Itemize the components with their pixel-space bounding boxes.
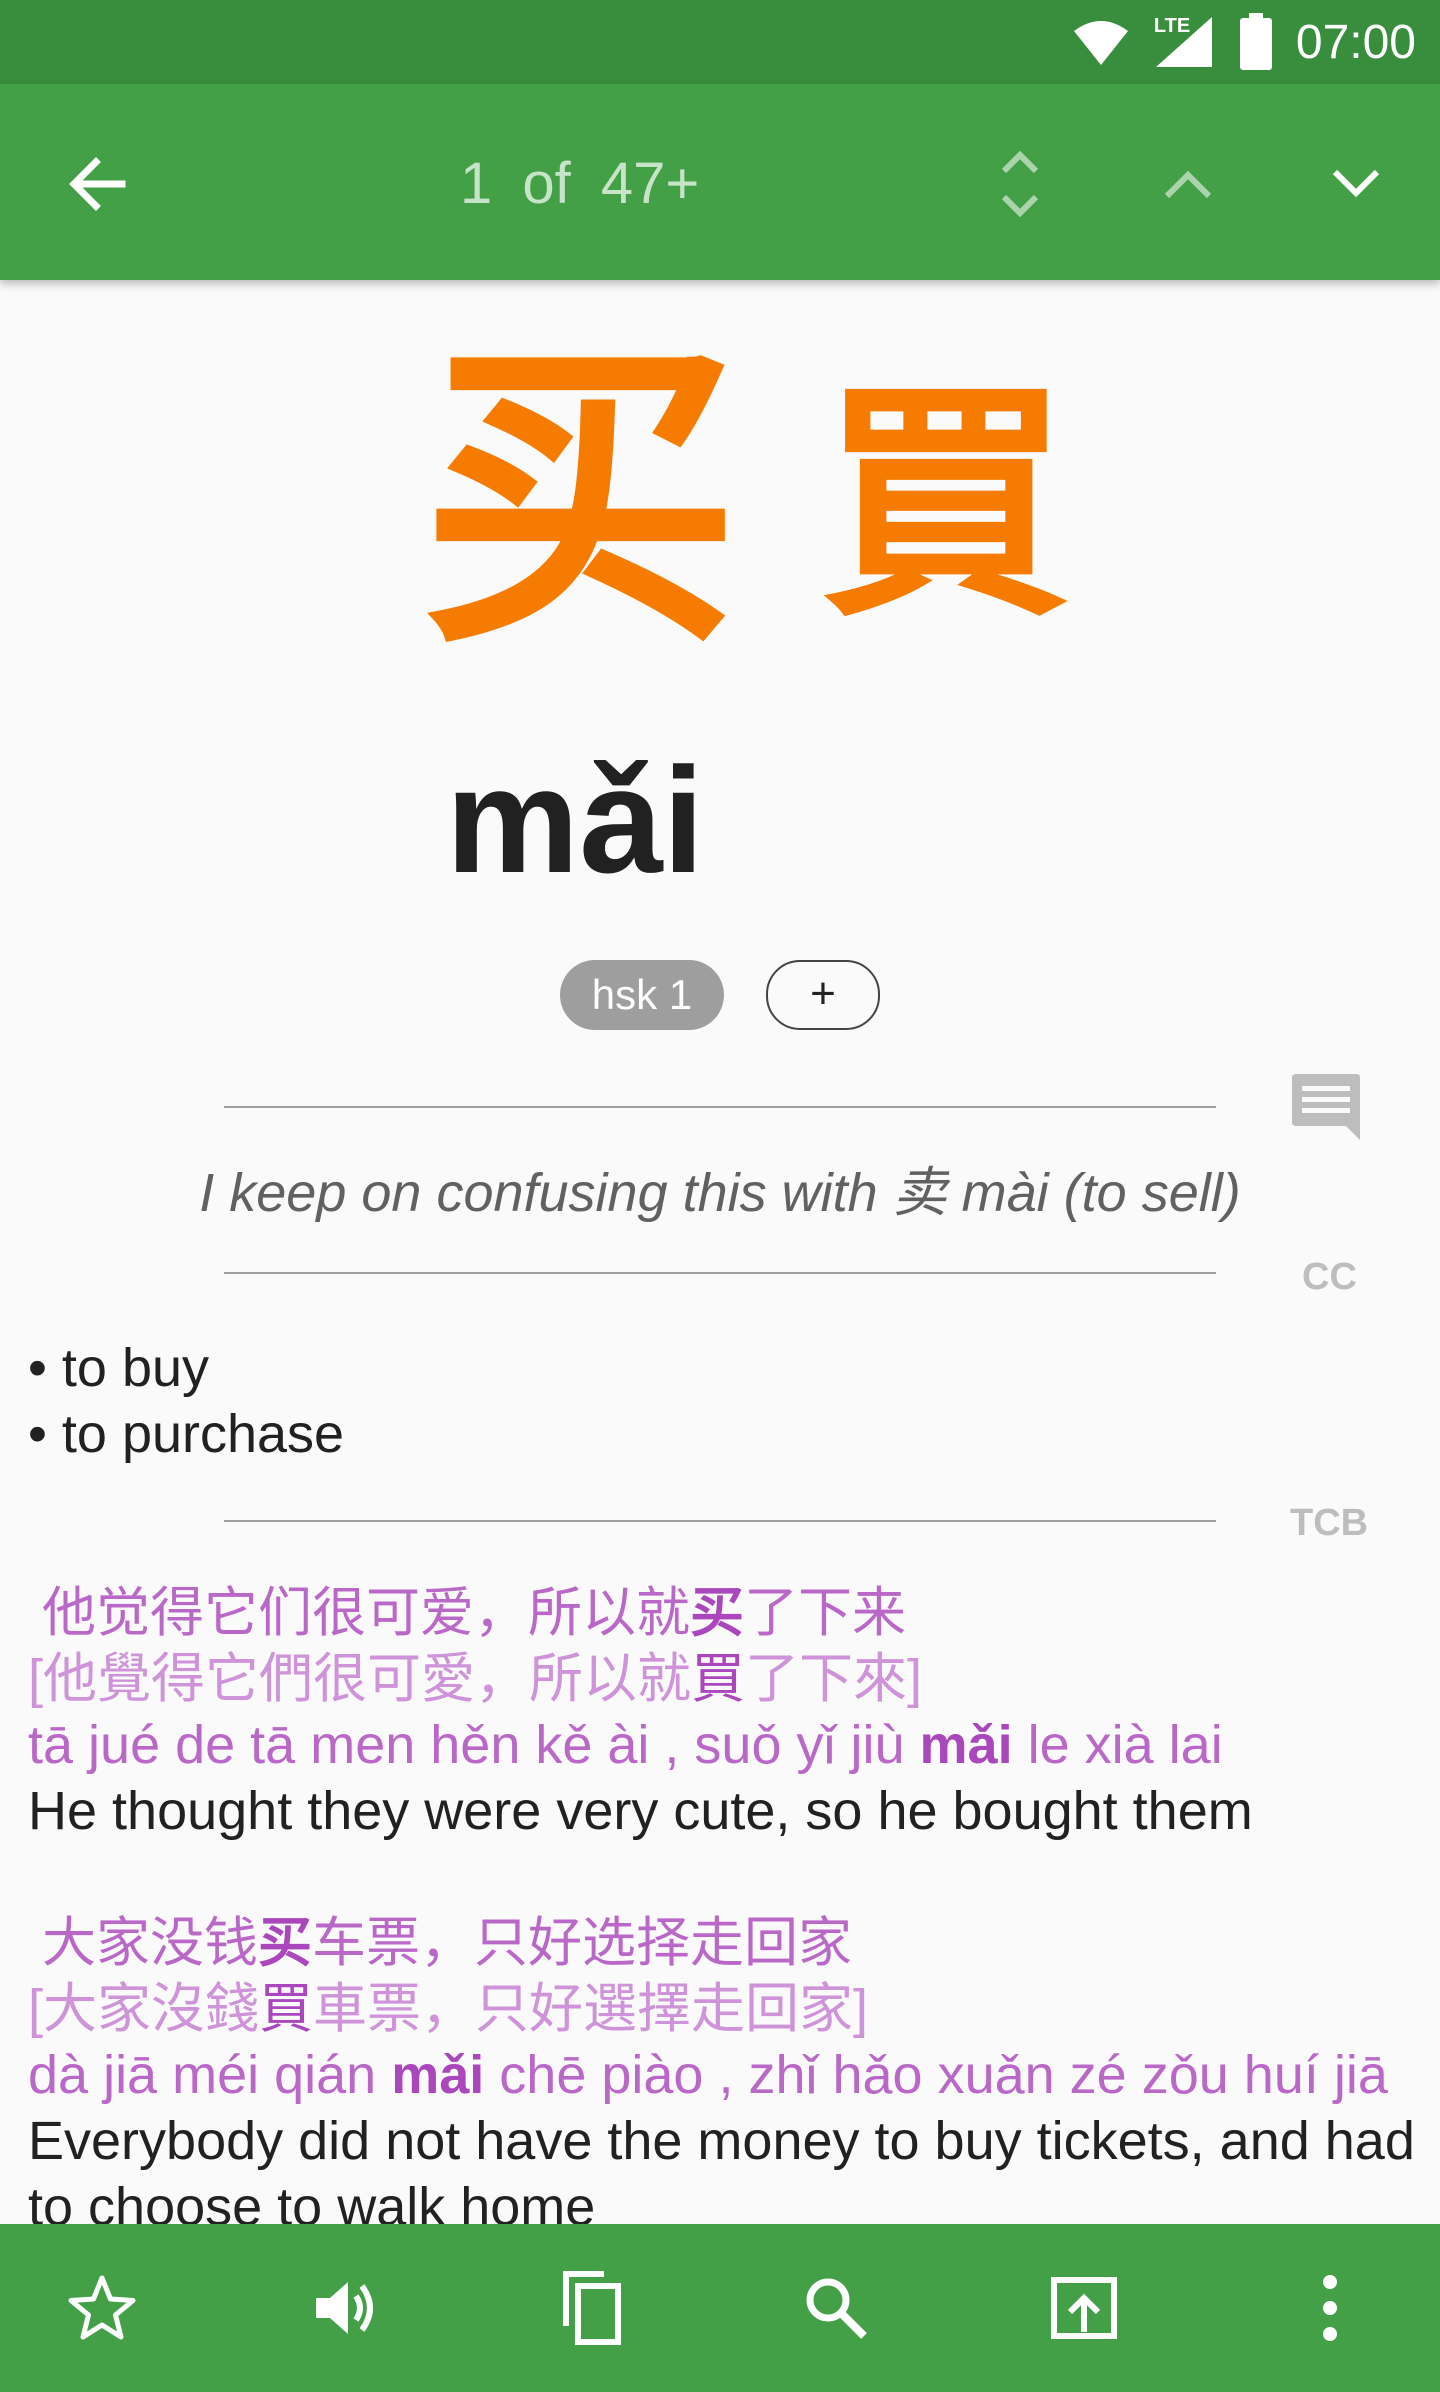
share-icon (1051, 2277, 1117, 2339)
example-pinyin: dà jiā méi qián mǎi chē piào , zhǐ hǎo x… (28, 2045, 1388, 2105)
previous-button[interactable] (1144, 140, 1232, 228)
favorite-button[interactable] (54, 2260, 150, 2356)
example-pinyin: tā jué de tā men hěn kě ài , suǒ yǐ jiù … (28, 1715, 1223, 1775)
chevron-up-icon (1164, 170, 1212, 199)
back-button[interactable] (58, 144, 138, 224)
example-sentence[interactable]: 他觉得它们很可爱，所以就买了下来 [他覺得它們很可愛，所以就買了下來] tā j… (28, 1580, 1428, 1844)
note-source-tag: CC (1302, 1256, 1357, 1298)
example-simplified: 大家没钱买车票，只好选择走回家 (42, 1913, 852, 1973)
status-icons: LTE 07:00 (1072, 0, 1416, 84)
example-english: Everybody did not have the money to buy … (28, 2111, 1415, 2237)
copy-button[interactable] (542, 2260, 638, 2356)
example-simplified: 他觉得它们很可爱，所以就买了下来 (42, 1583, 906, 1643)
definition-item: • to buy (28, 1338, 210, 1398)
hanzi-row: 买 買 (0, 310, 1440, 690)
divider (224, 1520, 1216, 1522)
more-vert-icon (1323, 2275, 1337, 2341)
note-button[interactable] (1290, 1070, 1362, 1146)
next-button[interactable] (1312, 140, 1400, 228)
volume-icon (316, 2282, 373, 2334)
app-bar: 1 of 47+ (0, 84, 1440, 280)
example-traditional: [他覺得它們很可愛，所以就買了下來] (28, 1649, 923, 1709)
status-time: 07:00 (1295, 15, 1416, 69)
example-sentence[interactable]: 大家没钱买车票，只好选择走回家 [大家沒錢買車票，只好選擇走回家] dà jiā… (28, 1910, 1428, 2240)
speak-button[interactable] (298, 2260, 394, 2356)
comment-icon (1292, 1074, 1360, 1140)
search-icon (806, 2278, 867, 2339)
add-tag-button[interactable]: + (766, 960, 880, 1030)
simplified-character: 买 (420, 314, 740, 686)
definition-list: • to buy • to purchase (28, 1335, 344, 1467)
chevron-down-icon (1332, 169, 1380, 198)
wifi-icon (1073, 21, 1128, 65)
unfold-icon (1001, 150, 1039, 218)
definitions-source-tag: TCB (1290, 1502, 1369, 1544)
bottom-action-bar (0, 2224, 1440, 2392)
star-outline-icon (68, 2275, 136, 2340)
user-note: I keep on confusing this with 卖 mài (to … (199, 1163, 1241, 1223)
traditional-character: 買 (820, 359, 1070, 650)
divider (224, 1106, 1216, 1108)
definition-item: • to purchase (28, 1404, 345, 1464)
expand-button[interactable] (976, 140, 1064, 228)
search-button[interactable] (788, 2260, 884, 2356)
result-counter: 1 of 47+ (460, 151, 700, 216)
more-options-button[interactable] (1282, 2260, 1378, 2356)
example-english: He thought they were very cute, so he bo… (28, 1781, 1253, 1841)
arrow-left-icon (69, 157, 126, 211)
status-bar: LTE 07:00 (0, 0, 1440, 84)
example-traditional: [大家沒錢買車票，只好選擇走回家] (28, 1979, 869, 2039)
copy-icon (563, 2271, 621, 2345)
pinyin: mǎi (445, 736, 705, 904)
share-button[interactable] (1036, 2260, 1132, 2356)
lte-signal-icon: LTE (1152, 15, 1216, 69)
battery-icon (1239, 13, 1272, 70)
hsk-badge[interactable]: hsk 1 (560, 960, 724, 1030)
divider (224, 1272, 1216, 1274)
network-label: LTE (1153, 15, 1191, 37)
